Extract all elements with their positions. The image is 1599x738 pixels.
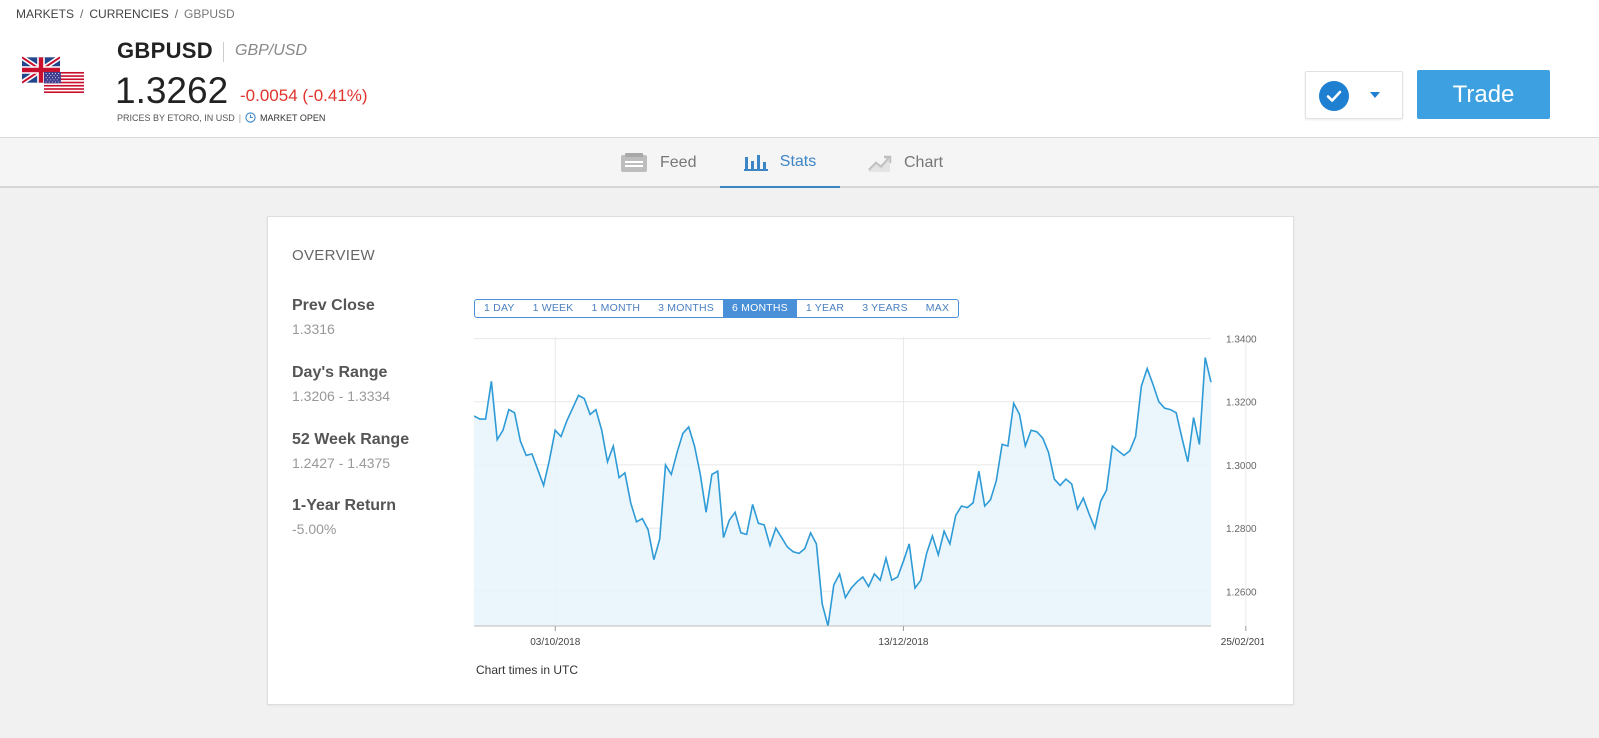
current-price: 1.3262 — [115, 70, 229, 111]
tab-stats-label: Stats — [779, 153, 817, 170]
y-tick-label: 1.3000 — [1226, 461, 1257, 472]
breadcrumb: MARKETS / CURRENCIES / GBPUSD — [16, 7, 235, 21]
time-range-selector: 1 DAY 1 WEEK 1 MONTH 3 MONTHS 6 MONTHS 1 YEAR… — [474, 299, 960, 318]
prices-by-label: PRICES BY ETORO, IN USD — [117, 112, 235, 123]
range-1-year[interactable]: 1 YEAR — [797, 300, 853, 317]
stat-label: Day's Range — [292, 364, 388, 381]
chevron-down-icon[interactable] — [1370, 92, 1380, 99]
stat-value: 1.2427 - 1.4375 — [292, 455, 391, 471]
range-3-years[interactable]: 3 YEARS — [853, 300, 917, 317]
stat-prev-close: Prev Close 1.3316 — [292, 297, 375, 337]
instrument-pair-name: GBP/USD — [235, 42, 308, 59]
range-1-week[interactable]: 1 WEEK — [524, 300, 583, 317]
tab-feed[interactable]: Feed — [620, 138, 696, 188]
currency-pair-flags — [22, 56, 84, 98]
range-1-month[interactable]: 1 MONTH — [582, 300, 649, 317]
trade-button[interactable]: Trade — [1417, 70, 1550, 119]
feed-icon — [621, 153, 647, 172]
range-6-months[interactable]: 6 MONTHS — [722, 300, 797, 317]
instrument-symbol: GBPUSD — [117, 38, 213, 63]
stat-days-range: Day's Range 1.3206 - 1.3334 — [292, 364, 390, 404]
x-tick-label: 03/10/2018 — [530, 637, 580, 648]
y-tick-label: 1.2600 — [1226, 587, 1257, 598]
meta-divider: | — [238, 112, 242, 123]
x-tick-label: 25/02/2019 — [1221, 637, 1264, 648]
price-change: -0.0054 (-0.41%) — [240, 86, 368, 105]
stat-label: 52 Week Range — [292, 431, 410, 448]
watchlist-toggle[interactable] — [1305, 71, 1403, 119]
stat-value: 1.3316 — [292, 321, 335, 337]
us-flag-icon — [44, 71, 84, 94]
stat-value: 1.3206 - 1.3334 — [292, 388, 391, 404]
breadcrumb-current: GBPUSD — [184, 7, 235, 21]
tab-bar: Feed Stats Chart — [0, 138, 1599, 188]
stat-label: 1-Year Return — [292, 497, 397, 514]
stat-value: -5.00% — [292, 521, 337, 537]
market-status: MARKET OPEN — [260, 112, 326, 123]
overview-title: OVERVIEW — [292, 247, 375, 264]
stat-1-year-return: 1-Year Return -5.00% — [292, 497, 396, 537]
overview-card: OVERVIEW Prev Close 1.3316 Day's Range 1… — [267, 216, 1294, 705]
breadcrumb-currencies[interactable]: CURRENCIES — [89, 7, 168, 21]
stats-icon — [743, 155, 768, 171]
tab-chart-label: Chart — [904, 154, 944, 171]
stat-label: Prev Close — [292, 297, 375, 314]
y-tick-label: 1.3400 — [1226, 335, 1257, 346]
tab-chart[interactable]: Chart — [868, 138, 943, 188]
breadcrumb-markets[interactable]: MARKETS — [16, 7, 74, 21]
breadcrumb-separator: / — [174, 7, 179, 21]
tab-feed-label: Feed — [660, 154, 697, 171]
range-1-day[interactable]: 1 DAY — [475, 300, 524, 317]
price-chart: 1.2600 1.2800 1.3000 1.3200 1.3400 03/10/2018… — [474, 335, 1264, 648]
range-3-months[interactable]: 3 MONTHS — [649, 300, 723, 317]
range-max[interactable]: MAX — [917, 300, 958, 317]
y-tick-label: 1.3200 — [1226, 398, 1257, 409]
chart-icon — [868, 155, 892, 172]
stat-52-week-range: 52 Week Range 1.2427 - 1.4375 — [292, 431, 409, 471]
y-tick-label: 1.2800 — [1226, 524, 1257, 535]
check-icon[interactable] — [1319, 81, 1349, 111]
x-tick-label: 13/12/2018 — [878, 637, 928, 648]
breadcrumb-separator: / — [80, 7, 84, 21]
clock-icon — [245, 112, 256, 123]
price-meta: PRICES BY ETORO, IN USD | MARKET OPEN — [117, 112, 325, 123]
symbol-divider — [223, 42, 224, 62]
tab-stats[interactable]: Stats — [720, 138, 840, 188]
instrument-header: MARKETS / CURRENCIES / GBPUSD GBPUSD GBP… — [0, 0, 1599, 138]
chart-timezone-note: Chart times in UTC — [476, 663, 579, 677]
